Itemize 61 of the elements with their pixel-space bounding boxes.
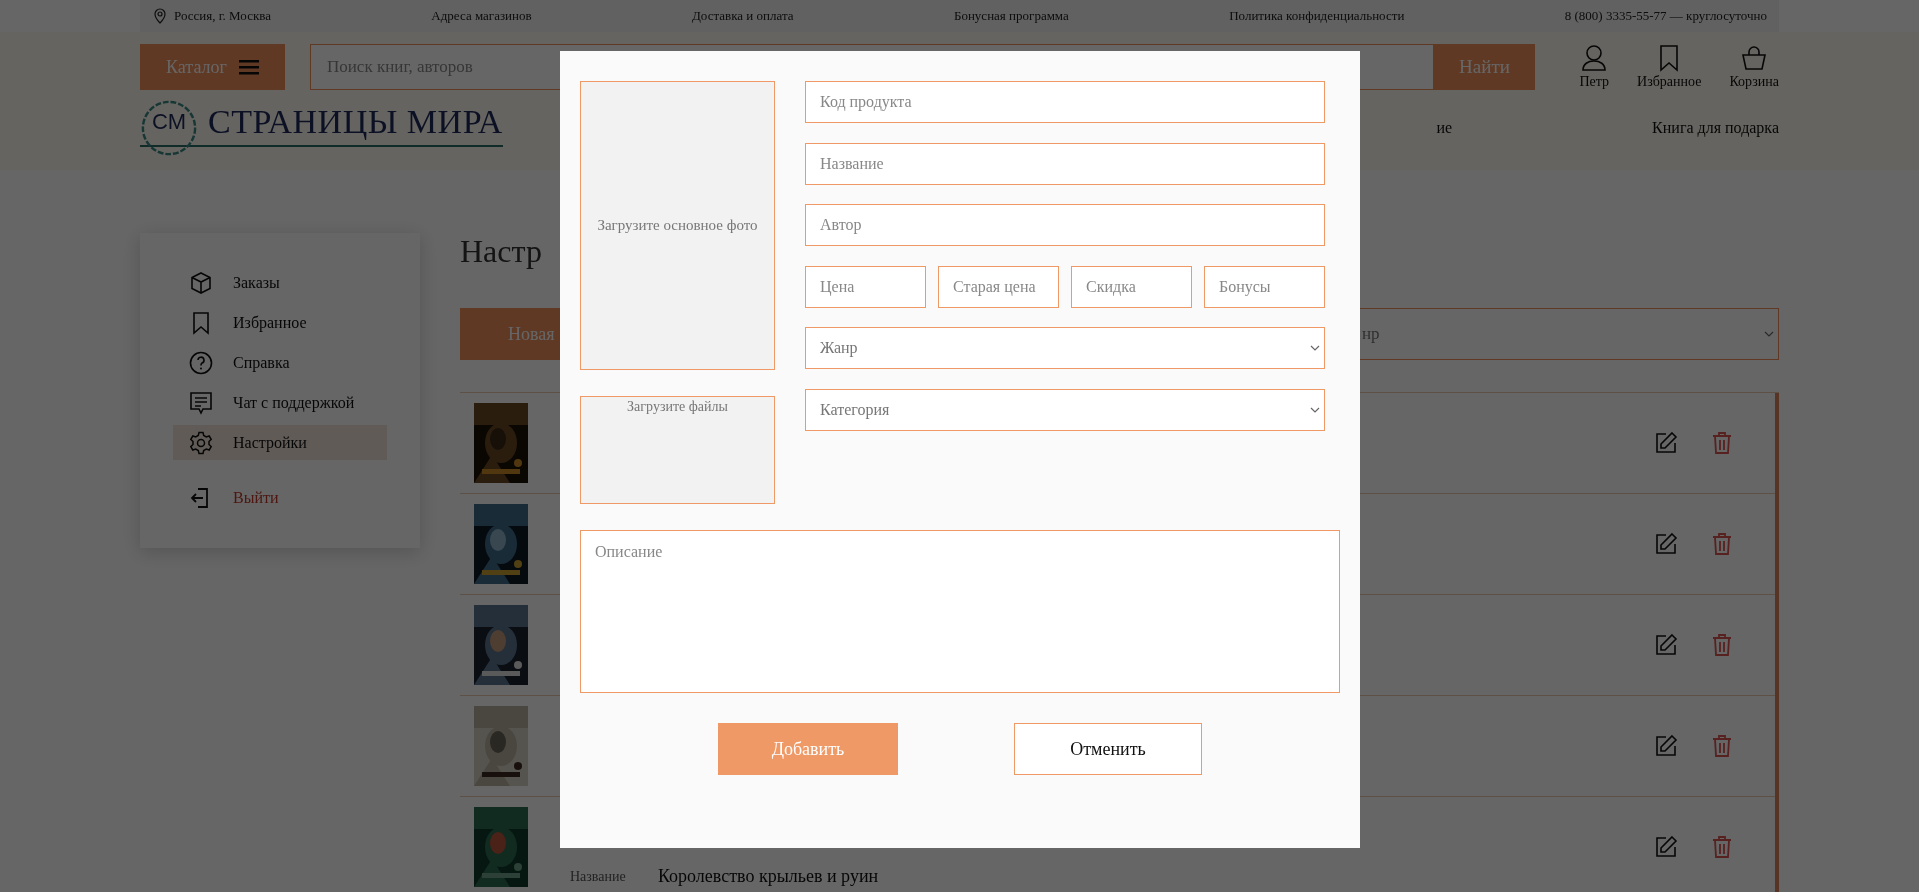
input-field[interactable]: Цена xyxy=(805,265,926,308)
photo-upload[interactable]: Загрузите основное фото xyxy=(580,81,775,370)
help-icon xyxy=(189,350,213,375)
file-upload[interactable]: Загрузите файлы xyxy=(580,396,775,504)
input-field[interactable]: Бонусы xyxy=(1204,265,1325,308)
user-icon xyxy=(1580,44,1609,72)
delete-icon[interactable] xyxy=(1710,633,1734,657)
chevron-down-icon xyxy=(1310,345,1320,352)
select-field[interactable]: Жанр xyxy=(805,327,1325,370)
sidebar-item[interactable]: Справка xyxy=(173,345,387,380)
edit-icon[interactable] xyxy=(1654,532,1678,556)
basket-icon xyxy=(1740,44,1769,72)
sidebar-item[interactable]: Выйти xyxy=(173,480,387,515)
select-field[interactable]: Категория xyxy=(805,388,1325,431)
location-link[interactable]: Россия, г. Москва xyxy=(174,8,271,24)
input-field[interactable]: Название xyxy=(805,142,1325,185)
header-link[interactable]: Петр xyxy=(1579,44,1610,90)
dialog-button[interactable]: Добавить xyxy=(718,723,898,775)
input-field[interactable]: Код продукта xyxy=(805,81,1325,123)
delete-icon[interactable] xyxy=(1710,835,1734,859)
input-field[interactable]: Скидка xyxy=(1071,265,1192,308)
header-link[interactable]: Избранное xyxy=(1637,44,1702,90)
logo-ring-icon xyxy=(140,99,198,157)
phone-text: 8 (800) 3335-55-77 — круглосуточно xyxy=(1564,8,1767,24)
search-button[interactable]: Найти xyxy=(1434,44,1535,90)
chevron-down-icon xyxy=(1764,331,1774,337)
logo-text[interactable]: СТРАНИЦЫ МИРА xyxy=(208,103,503,141)
sidebar-item[interactable]: Избранное xyxy=(173,305,387,340)
sidebar-item[interactable]: Заказы xyxy=(173,265,387,300)
settings-icon xyxy=(189,430,213,455)
header-link[interactable]: Корзина xyxy=(1729,44,1779,90)
field-label: Название xyxy=(570,868,627,885)
delete-icon[interactable] xyxy=(1710,431,1734,455)
edit-icon[interactable] xyxy=(1654,734,1678,758)
nav-link[interactable]: Книга для подарка xyxy=(1652,119,1779,137)
dialog-button[interactable]: Отменить xyxy=(1014,723,1202,775)
edit-icon[interactable] xyxy=(1654,431,1678,455)
top-link[interactable]: Доставка и оплата xyxy=(692,8,794,24)
edit-icon[interactable] xyxy=(1654,633,1678,657)
logo-mark: СМ xyxy=(151,109,187,135)
top-link[interactable]: Бонусная программа xyxy=(953,8,1069,24)
chevron-down-icon xyxy=(1310,406,1320,413)
sidebar-item[interactable]: Настройки xyxy=(173,425,387,460)
location-pin-icon xyxy=(152,8,168,24)
edit-icon[interactable] xyxy=(1654,835,1678,859)
input-field[interactable]: Автор xyxy=(805,204,1325,247)
page-title: Настр xyxy=(460,233,542,271)
chat-icon xyxy=(189,390,213,415)
scrollbar[interactable] xyxy=(1775,393,1779,892)
delete-icon[interactable] xyxy=(1710,734,1734,758)
menu-icon xyxy=(238,59,259,75)
top-link[interactable]: Политика конфиденциальности xyxy=(1229,8,1405,24)
box-icon xyxy=(189,270,213,295)
delete-icon[interactable] xyxy=(1710,532,1734,556)
nav-link[interactable]: ие xyxy=(1436,119,1453,137)
catalog-button[interactable]: Каталог xyxy=(140,44,285,90)
input-field[interactable]: Старая цена xyxy=(938,265,1059,308)
field-value: Королевство крыльев и руин xyxy=(658,866,879,887)
sidebar-item[interactable]: Чат с поддержкой xyxy=(173,385,387,420)
description-field[interactable]: Описание xyxy=(580,530,1340,693)
top-link[interactable]: Адреса магазинов xyxy=(431,8,532,24)
